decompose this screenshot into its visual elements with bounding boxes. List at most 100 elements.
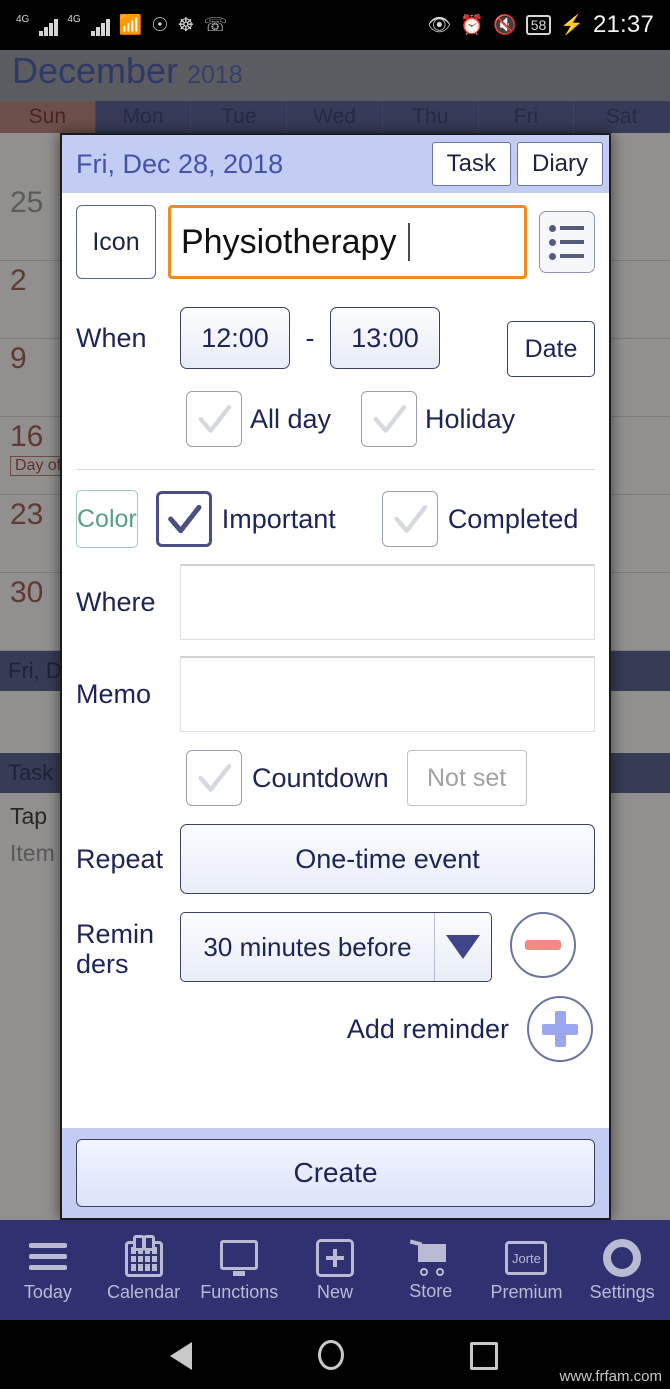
when-row: When 12:00 - 13:00 Date	[76, 299, 595, 377]
eye-icon: 👁	[427, 14, 452, 36]
reminders-label-line2: ders	[76, 948, 129, 979]
list-template-icon[interactable]	[539, 211, 595, 273]
task-button[interactable]: Task	[431, 142, 511, 186]
status-bar-clock: 21:37	[592, 11, 654, 38]
dialog-body: Icon Physiotherapy When 12:00 - 13:00 Da…	[62, 193, 609, 1128]
title-input-value: Physiotherapy	[181, 222, 397, 261]
status-bar-left: 4G 4G 📶 ☉ ☸ ☏	[16, 14, 227, 36]
nav-label: Settings	[589, 1282, 655, 1302]
reminders-row: Remin ders 30 minutes before	[76, 912, 595, 982]
all-day-label: All day	[250, 403, 332, 434]
network-label-2: 4G	[67, 13, 81, 25]
countdown-label: Countdown	[252, 762, 389, 793]
charging-bolt-icon: ⚡	[560, 14, 584, 36]
nav-label: Today	[23, 1282, 72, 1302]
completed-label: Completed	[447, 503, 579, 534]
text-caret	[408, 223, 411, 261]
nav-item-premium[interactable]: Jorte Premium	[479, 1237, 575, 1303]
nav-item-functions[interactable]: Functions	[191, 1237, 287, 1303]
status-bar-right: 👁 ⏰ 🔇 58 ⚡ 21:37	[427, 11, 654, 39]
nav-item-calendar[interactable]: Calendar	[96, 1235, 192, 1303]
holiday-label: Holiday	[425, 403, 516, 434]
nav-label: Store	[409, 1281, 453, 1301]
chevron-down-icon[interactable]	[435, 935, 491, 959]
repeat-label: Repeat	[76, 843, 164, 874]
date-button[interactable]: Date	[507, 321, 595, 377]
nav-label: Premium	[490, 1282, 563, 1302]
countdown-row: Countdown Not set	[76, 750, 595, 806]
bottom-nav-bar: Today Calendar Functions New Store Jorte…	[0, 1220, 670, 1320]
nav-label: Functions	[200, 1282, 279, 1302]
nav-item-store[interactable]: Store	[383, 1238, 479, 1302]
minus-circle-icon[interactable]	[510, 912, 576, 978]
add-reminder-label: Add reminder	[346, 1013, 509, 1044]
diary-button[interactable]: Diary	[516, 142, 603, 186]
title-input[interactable]: Physiotherapy	[168, 205, 527, 279]
signal-icon-2	[90, 14, 110, 36]
jorte-book-text: Jorte	[505, 1241, 548, 1275]
where-input[interactable]	[180, 564, 595, 640]
add-reminder-row[interactable]: Add reminder	[76, 996, 595, 1062]
flags-row: Color Important Completed	[76, 490, 595, 548]
gear-icon	[601, 1237, 643, 1277]
alarm-icon: ⏰	[460, 14, 485, 36]
reminders-label: Remin ders	[76, 912, 180, 979]
system-nav-bar: www.frfam.com	[0, 1320, 670, 1389]
reminder-select[interactable]: 30 minutes before	[180, 912, 492, 982]
status-bar: 4G 4G 📶 ☉ ☸ ☏ 👁 ⏰ 🔇 58 ⚡ 21:37	[0, 0, 670, 50]
all-day-checkbox[interactable]	[186, 391, 242, 447]
network-label-1: 4G	[16, 13, 30, 25]
hamburger-icon	[27, 1237, 69, 1277]
phone-icon: ☏	[203, 14, 228, 36]
dialog-footer: Create	[62, 1128, 609, 1218]
repeat-value-button[interactable]: One-time event	[180, 824, 595, 894]
wifi-icon: 📶	[118, 14, 143, 36]
section-divider	[76, 469, 595, 470]
cart-icon	[409, 1238, 452, 1276]
jorte-book-icon: Jorte	[505, 1237, 548, 1277]
important-label: Important	[221, 503, 336, 534]
signal-icon-1	[39, 14, 59, 36]
recents-square-icon[interactable]	[470, 1342, 498, 1370]
memo-row: Memo	[76, 656, 595, 732]
back-triangle-icon[interactable]	[170, 1342, 192, 1370]
nav-label: Calendar	[107, 1282, 181, 1302]
completed-checkbox[interactable]	[381, 491, 438, 547]
monitor-icon	[218, 1237, 260, 1277]
title-row: Icon Physiotherapy	[76, 205, 595, 279]
when-label: When	[76, 322, 147, 353]
color-button[interactable]: Color	[76, 490, 138, 548]
plus-circle-icon[interactable]	[527, 996, 593, 1062]
nav-label: New	[317, 1282, 354, 1302]
dialog-header: Fri, Dec 28, 2018 Task Diary	[62, 135, 609, 193]
create-button[interactable]: Create	[76, 1139, 595, 1207]
dialog-date-title: Fri, Dec 28, 2018	[76, 148, 284, 179]
icon-picker-button[interactable]: Icon	[76, 205, 156, 279]
event-editor-dialog: Fri, Dec 28, 2018 Task Diary Icon Physio…	[60, 133, 611, 1220]
where-label: Where	[76, 586, 156, 617]
watermark: www.frfam.com	[559, 1368, 662, 1385]
reminder-value: 30 minutes before	[203, 931, 412, 962]
where-row: Where	[76, 564, 595, 640]
memo-label: Memo	[76, 678, 152, 709]
time-separator: -	[305, 322, 315, 353]
repeat-row: Repeat One-time event	[76, 824, 595, 894]
allday-holiday-row: All day Holiday	[76, 391, 595, 447]
start-time-button[interactable]: 12:00	[180, 307, 290, 369]
whatsapp-icon: ☉	[151, 14, 169, 36]
home-circle-icon[interactable]	[318, 1340, 344, 1370]
reminders-label-line1: Remin	[76, 919, 155, 949]
mute-icon: 🔇	[493, 14, 517, 36]
memo-input[interactable]	[180, 656, 595, 732]
contacts-icon: ☸	[177, 14, 195, 36]
important-checkbox[interactable]	[155, 491, 212, 547]
countdown-checkbox[interactable]	[186, 750, 242, 806]
plus-square-icon	[314, 1237, 356, 1277]
holiday-checkbox[interactable]	[361, 391, 418, 447]
nav-item-settings[interactable]: Settings	[574, 1237, 670, 1303]
phone-screen: 4G 4G 📶 ☉ ☸ ☏ 👁 ⏰ 🔇 58 ⚡ 21:37 December …	[0, 0, 670, 1389]
nav-item-new[interactable]: New	[287, 1237, 383, 1303]
countdown-value-button[interactable]: Not set	[406, 750, 527, 806]
end-time-button[interactable]: 13:00	[330, 307, 440, 369]
nav-item-today[interactable]: Today	[0, 1237, 96, 1303]
